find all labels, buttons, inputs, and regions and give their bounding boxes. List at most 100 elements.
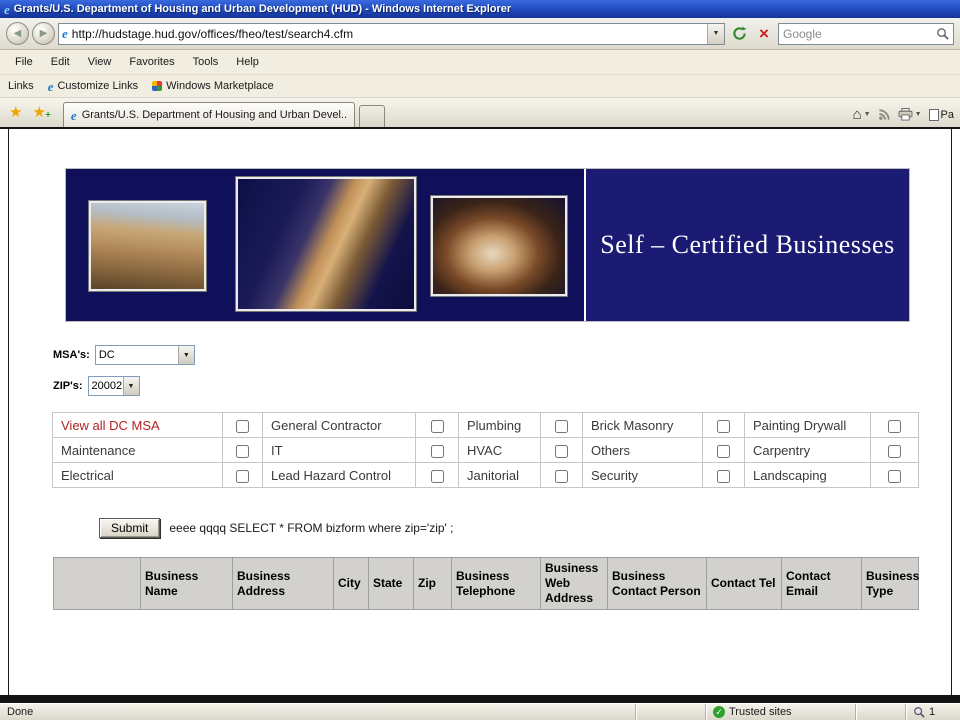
zip-dropdown-button[interactable]: ▼ xyxy=(123,377,139,395)
back-button[interactable]: ◀ xyxy=(6,22,29,45)
category-checkbox[interactable] xyxy=(236,470,249,483)
menu-edit[interactable]: Edit xyxy=(42,52,79,72)
feeds-button[interactable] xyxy=(878,108,891,121)
customize-links-icon: e xyxy=(48,80,54,93)
menu-tools[interactable]: Tools xyxy=(184,52,228,72)
category-label: Electrical xyxy=(53,463,223,488)
stop-button[interactable]: × xyxy=(753,23,775,45)
results-header: Zip xyxy=(414,558,452,610)
chevron-down-icon: ▼ xyxy=(183,352,190,359)
results-header-row: Business Name Business Address City Stat… xyxy=(54,558,919,610)
search-placeholder: Google xyxy=(783,27,932,41)
tab-active[interactable]: e Grants/U.S. Department of Housing and … xyxy=(63,102,355,127)
chevron-down-icon: ▼ xyxy=(915,111,922,118)
refresh-button[interactable] xyxy=(728,23,750,45)
category-label: General Contractor xyxy=(263,413,416,438)
msa-dropdown-button[interactable]: ▼ xyxy=(178,346,194,364)
page-icon xyxy=(929,109,939,121)
menu-file[interactable]: File xyxy=(6,52,42,72)
submit-row: Submit eeee qqqq SELECT * FROM bizform w… xyxy=(99,518,454,538)
category-checkbox[interactable] xyxy=(555,470,568,483)
page-menu-button[interactable]: Pa xyxy=(929,109,954,121)
feed-icon xyxy=(878,108,891,121)
chevron-down-icon: ▼ xyxy=(128,383,135,390)
msa-select[interactable]: DC ▼ xyxy=(95,345,195,365)
page-viewport: Self – Certified Businesses MSA's: DC ▼ … xyxy=(0,129,960,695)
category-checkbox[interactable] xyxy=(236,445,249,458)
category-label: Security xyxy=(583,463,703,488)
category-checkbox[interactable] xyxy=(717,420,730,433)
link-label: Customize Links xyxy=(57,80,138,92)
zoom-control[interactable]: 1 xyxy=(905,704,960,720)
category-label: Maintenance xyxy=(53,438,223,463)
new-tab-button[interactable] xyxy=(359,105,385,127)
menu-help[interactable]: Help xyxy=(227,52,268,72)
tab-favicon-icon: e xyxy=(71,109,77,122)
category-label: Carpentry xyxy=(745,438,871,463)
category-checkbox[interactable] xyxy=(236,420,249,433)
url-text[interactable]: http://hudstage.hud.gov/offices/fheo/tes… xyxy=(72,27,703,41)
submit-button[interactable]: Submit xyxy=(99,518,160,538)
home-button[interactable]: ⌂ ▼ xyxy=(853,107,871,122)
checkbox-cell xyxy=(871,438,919,463)
link-windows-marketplace[interactable]: Windows Marketplace xyxy=(152,80,274,92)
links-bar: Links e Customize Links Windows Marketpl… xyxy=(0,75,960,98)
printer-icon xyxy=(898,108,913,121)
category-label: IT xyxy=(263,438,416,463)
windows-marketplace-icon xyxy=(152,81,162,91)
window-title: Grants/U.S. Department of Housing and Ur… xyxy=(14,3,511,15)
refresh-icon xyxy=(732,26,747,41)
status-text: Done xyxy=(0,706,635,718)
address-dropdown-button[interactable]: ▼ xyxy=(707,24,724,44)
print-button[interactable]: ▼ xyxy=(898,108,922,121)
category-checkbox[interactable] xyxy=(555,445,568,458)
category-label: Others xyxy=(583,438,703,463)
photo-construction-crane xyxy=(236,177,416,311)
links-label: Links xyxy=(8,80,34,92)
results-header: Contact Email xyxy=(782,558,862,610)
category-checkbox[interactable] xyxy=(888,420,901,433)
check-icon: ✓ xyxy=(715,708,723,717)
category-checkbox[interactable] xyxy=(431,420,444,433)
chevron-down-icon: ▼ xyxy=(864,111,871,118)
ie-logo-icon: e xyxy=(4,3,10,16)
msa-filter: MSA's: DC ▼ xyxy=(53,345,195,365)
category-checkbox[interactable] xyxy=(888,445,901,458)
stop-icon: × xyxy=(759,25,769,42)
zip-select[interactable]: 20002 ▼ xyxy=(88,376,140,396)
menu-favorites[interactable]: Favorites xyxy=(120,52,183,72)
navigation-bar: ◀ ▶ e http://hudstage.hud.gov/offices/fh… xyxy=(0,18,960,50)
category-checkbox[interactable] xyxy=(717,445,730,458)
address-bar[interactable]: e http://hudstage.hud.gov/offices/fheo/t… xyxy=(58,23,725,45)
plus-icon: + xyxy=(45,111,51,121)
forward-button[interactable]: ▶ xyxy=(32,22,55,45)
page-right-border xyxy=(951,129,952,695)
security-zone-indicator[interactable]: ✓ Trusted sites xyxy=(705,704,855,720)
menu-view[interactable]: View xyxy=(79,52,121,72)
home-icon: ⌂ xyxy=(853,107,862,122)
link-customize-links[interactable]: e Customize Links xyxy=(48,80,138,93)
add-favorite-button[interactable]: ★ + xyxy=(29,105,48,120)
msa-label: MSA's: xyxy=(53,349,90,361)
category-checkbox[interactable] xyxy=(431,470,444,483)
results-header: Business Telephone xyxy=(452,558,541,610)
checkbox-cell xyxy=(223,463,263,488)
category-checkbox[interactable] xyxy=(431,445,444,458)
zip-filter: ZIP's: 20002 ▼ xyxy=(53,376,140,396)
link-label: Windows Marketplace xyxy=(166,80,274,92)
view-all-dc-msa-link[interactable]: View all DC MSA xyxy=(53,413,223,438)
checkbox-cell xyxy=(416,438,459,463)
checkbox-cell xyxy=(871,413,919,438)
favorites-center-button[interactable]: ★ xyxy=(6,105,25,120)
page-favicon-icon: e xyxy=(62,27,68,40)
photo-apartment-buildings xyxy=(89,201,206,291)
checkbox-cell xyxy=(703,413,745,438)
checkbox-cell xyxy=(416,463,459,488)
category-label: Lead Hazard Control xyxy=(263,463,416,488)
zoom-level: 1 xyxy=(929,706,935,718)
category-checkbox[interactable] xyxy=(717,470,730,483)
category-checkbox[interactable] xyxy=(888,470,901,483)
category-checkbox[interactable] xyxy=(555,420,568,433)
search-box[interactable]: Google xyxy=(778,23,954,45)
title-bar: e Grants/U.S. Department of Housing and … xyxy=(0,0,960,18)
